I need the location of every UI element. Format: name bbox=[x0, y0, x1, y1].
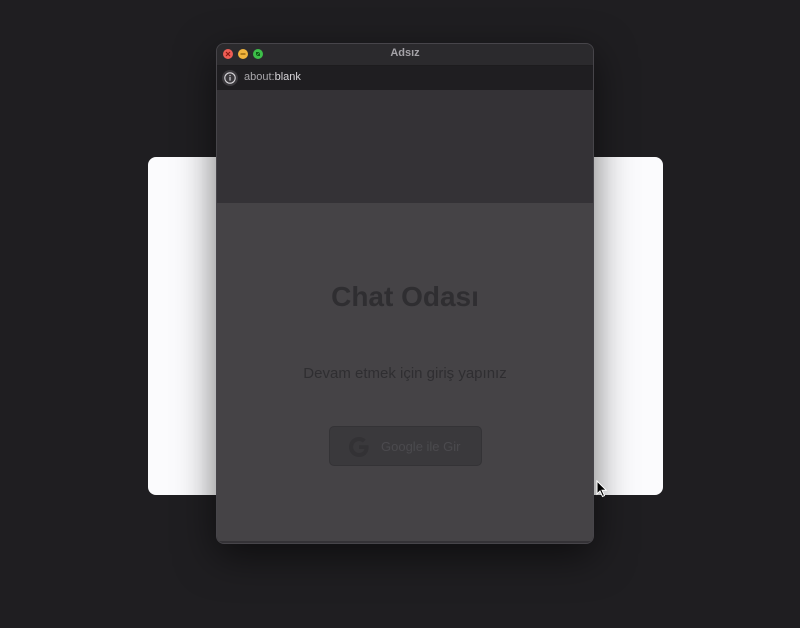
google-button-label: Google ile Gir bbox=[381, 439, 461, 454]
window-titlebar[interactable]: Adsız bbox=[217, 44, 593, 66]
mouse-cursor-icon bbox=[596, 480, 608, 498]
google-g-icon bbox=[349, 437, 369, 457]
google-sign-in-button[interactable]: Google ile Gir bbox=[329, 426, 482, 466]
url-scheme: about: bbox=[244, 71, 275, 83]
page-title: Chat Odası bbox=[331, 281, 479, 312]
login-subtitle: Devam etmek için giriş yapınız bbox=[303, 365, 507, 382]
address-bar[interactable]: about:blank bbox=[217, 66, 593, 90]
window-title: Adsız bbox=[390, 47, 420, 59]
url-text: about:blank bbox=[244, 71, 301, 83]
page-content: Chat Odası Devam etmek için giriş yapını… bbox=[217, 90, 593, 543]
login-popup-window: Adsız about:blank Chat Odası Devam etmek… bbox=[216, 43, 594, 544]
url-path: blank bbox=[274, 71, 301, 83]
info-icon[interactable] bbox=[222, 70, 238, 86]
login-panel: Chat Odası Devam etmek için giriş yapını… bbox=[217, 203, 593, 541]
